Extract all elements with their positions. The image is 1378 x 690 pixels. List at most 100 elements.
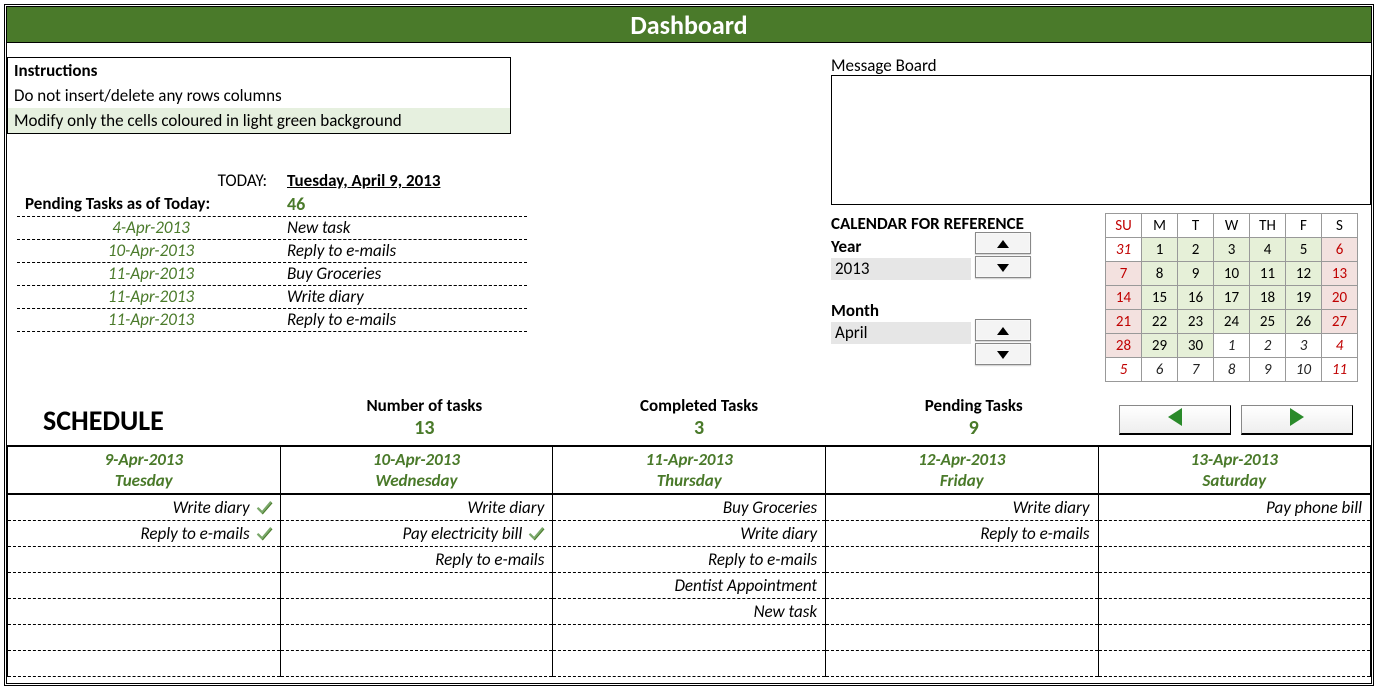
mini-cal-day[interactable]: 1 bbox=[1142, 238, 1178, 262]
pending-tasks-value: 9 bbox=[836, 416, 1111, 440]
mini-cal-day[interactable]: 14 bbox=[1106, 286, 1142, 310]
schedule-cell[interactable] bbox=[8, 650, 281, 676]
schedule-prev-button[interactable] bbox=[1119, 405, 1231, 435]
mini-cal-day[interactable]: 25 bbox=[1250, 310, 1286, 334]
month-up-button[interactable] bbox=[975, 319, 1031, 341]
mini-cal-day[interactable]: 31 bbox=[1106, 238, 1142, 262]
schedule-cell[interactable]: Dentist Appointment bbox=[553, 572, 826, 598]
schedule-day-header: 9-Apr-2013Tuesday bbox=[8, 447, 281, 494]
mini-cal-day[interactable]: 3 bbox=[1286, 334, 1322, 358]
mini-cal-day[interactable]: 24 bbox=[1214, 310, 1250, 334]
schedule-cell[interactable] bbox=[553, 650, 826, 676]
schedule-cell[interactable] bbox=[1098, 624, 1371, 650]
month-value[interactable]: April bbox=[831, 322, 971, 344]
calendar-reference: CALENDAR FOR REFERENCE Year 2013 Month A… bbox=[831, 213, 1071, 344]
schedule-task-text: Write diary bbox=[468, 497, 545, 518]
mini-cal-day[interactable]: 27 bbox=[1322, 310, 1358, 334]
schedule-cell[interactable]: Reply to e-mails bbox=[280, 546, 553, 572]
chevron-up-icon bbox=[997, 234, 1009, 253]
schedule-task-text: Write diary bbox=[1013, 497, 1090, 518]
schedule-cell[interactable] bbox=[826, 650, 1098, 676]
schedule-cell[interactable] bbox=[1098, 520, 1371, 546]
schedule-cell[interactable]: Write diary bbox=[553, 520, 826, 546]
schedule-cell[interactable] bbox=[826, 598, 1098, 624]
mini-cal-day[interactable]: 8 bbox=[1142, 262, 1178, 286]
year-down-button[interactable] bbox=[975, 256, 1031, 278]
schedule-cell[interactable] bbox=[1098, 572, 1371, 598]
schedule-cell[interactable]: New task bbox=[553, 598, 826, 624]
pending-task-list: 4-Apr-2013New task10-Apr-2013Reply to e-… bbox=[17, 216, 527, 332]
mini-cal-day[interactable]: 28 bbox=[1106, 334, 1142, 358]
schedule-day-header: 11-Apr-2013Thursday bbox=[553, 447, 826, 494]
schedule-next-button[interactable] bbox=[1241, 405, 1353, 435]
mini-cal-day[interactable]: 11 bbox=[1322, 358, 1358, 382]
schedule-cell[interactable] bbox=[8, 546, 281, 572]
schedule-day-name: Wednesday bbox=[281, 470, 553, 491]
mini-cal-day[interactable]: 29 bbox=[1142, 334, 1178, 358]
mini-cal-day[interactable]: 17 bbox=[1214, 286, 1250, 310]
mini-cal-day[interactable]: 8 bbox=[1214, 358, 1250, 382]
year-up-button[interactable] bbox=[975, 232, 1031, 254]
month-down-button[interactable] bbox=[975, 343, 1031, 365]
mini-cal-day[interactable]: 2 bbox=[1178, 238, 1214, 262]
mini-cal-day[interactable]: 7 bbox=[1106, 262, 1142, 286]
mini-cal-day[interactable]: 10 bbox=[1286, 358, 1322, 382]
mini-cal-day[interactable]: 9 bbox=[1178, 262, 1214, 286]
num-tasks-label: Number of tasks bbox=[287, 395, 562, 416]
mini-cal-day[interactable]: 19 bbox=[1286, 286, 1322, 310]
mini-cal-day[interactable]: 6 bbox=[1142, 358, 1178, 382]
schedule-cell[interactable]: Reply to e-mails bbox=[8, 520, 281, 546]
mini-cal-day[interactable]: 10 bbox=[1214, 262, 1250, 286]
mini-cal-day[interactable]: 30 bbox=[1178, 334, 1214, 358]
schedule-day-header: 12-Apr-2013Friday bbox=[826, 447, 1098, 494]
schedule-cell[interactable] bbox=[280, 650, 553, 676]
mini-cal-day[interactable]: 4 bbox=[1322, 334, 1358, 358]
mini-cal-day[interactable]: 18 bbox=[1250, 286, 1286, 310]
mini-cal-day[interactable]: 6 bbox=[1322, 238, 1358, 262]
pending-count-value: 46 bbox=[287, 193, 305, 215]
mini-cal-day[interactable]: 20 bbox=[1322, 286, 1358, 310]
schedule-cell[interactable] bbox=[280, 624, 553, 650]
schedule-cell[interactable]: Write diary bbox=[280, 494, 553, 520]
schedule-cell[interactable]: Pay phone bill bbox=[1098, 494, 1371, 520]
schedule-cell[interactable] bbox=[8, 572, 281, 598]
schedule-cell[interactable] bbox=[826, 572, 1098, 598]
mini-cal-day[interactable]: 11 bbox=[1250, 262, 1286, 286]
year-value[interactable]: 2013 bbox=[831, 258, 971, 280]
schedule-cell[interactable] bbox=[553, 624, 826, 650]
mini-cal-day[interactable]: 15 bbox=[1142, 286, 1178, 310]
schedule-cell[interactable]: Buy Groceries bbox=[553, 494, 826, 520]
schedule-cell[interactable] bbox=[8, 624, 281, 650]
schedule-task-text: Reply to e-mails bbox=[708, 549, 817, 570]
mini-cal-day[interactable]: 23 bbox=[1178, 310, 1214, 334]
schedule-cell[interactable] bbox=[280, 572, 553, 598]
schedule-cell[interactable] bbox=[826, 546, 1098, 572]
mini-cal-day[interactable]: 21 bbox=[1106, 310, 1142, 334]
mini-cal-day[interactable]: 9 bbox=[1250, 358, 1286, 382]
schedule-cell[interactable] bbox=[1098, 546, 1371, 572]
schedule-cell[interactable]: Reply to e-mails bbox=[553, 546, 826, 572]
mini-cal-day[interactable]: 26 bbox=[1286, 310, 1322, 334]
schedule-cell[interactable]: Write diary bbox=[826, 494, 1098, 520]
mini-cal-day[interactable]: 12 bbox=[1286, 262, 1322, 286]
schedule-cell[interactable] bbox=[1098, 650, 1371, 676]
mini-cal-day[interactable]: 4 bbox=[1250, 238, 1286, 262]
mini-cal-day[interactable]: 5 bbox=[1286, 238, 1322, 262]
schedule-cell[interactable] bbox=[1098, 598, 1371, 624]
mini-cal-day[interactable]: 16 bbox=[1178, 286, 1214, 310]
schedule-cell[interactable]: Pay electricity bill bbox=[280, 520, 553, 546]
schedule-cell[interactable] bbox=[280, 598, 553, 624]
schedule-cell[interactable] bbox=[826, 624, 1098, 650]
schedule-cell[interactable]: Write diary bbox=[8, 494, 281, 520]
mini-cal-day[interactable]: 7 bbox=[1178, 358, 1214, 382]
message-board-area[interactable] bbox=[831, 75, 1371, 205]
schedule-cell[interactable] bbox=[8, 598, 281, 624]
mini-cal-day[interactable]: 1 bbox=[1214, 334, 1250, 358]
schedule-cell[interactable]: Reply to e-mails bbox=[826, 520, 1098, 546]
mini-cal-day[interactable]: 22 bbox=[1142, 310, 1178, 334]
mini-cal-day[interactable]: 5 bbox=[1106, 358, 1142, 382]
mini-cal-day[interactable]: 3 bbox=[1214, 238, 1250, 262]
mini-cal-day[interactable]: 13 bbox=[1322, 262, 1358, 286]
mini-cal-day[interactable]: 2 bbox=[1250, 334, 1286, 358]
message-board-label: Message Board bbox=[831, 55, 937, 76]
